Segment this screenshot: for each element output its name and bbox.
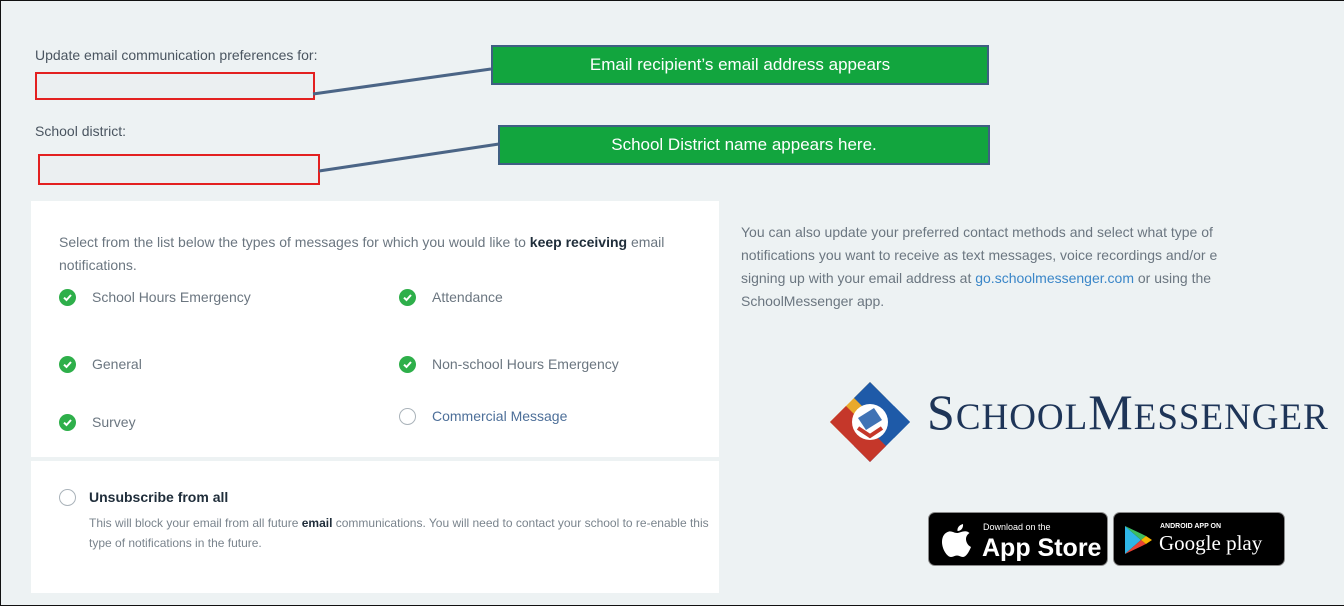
info-line: You can also update your preferred conta… [741, 224, 1213, 240]
option-label: Non-school Hours Emergency [432, 356, 619, 372]
intro-text: Select from the list below the types of … [59, 234, 530, 250]
option-general[interactable]: General [59, 352, 142, 376]
unsubscribe-title: Unsubscribe from all [89, 489, 229, 505]
check-circle-icon [59, 413, 76, 431]
district-callout-arrow [318, 142, 500, 173]
schoolmessenger-link[interactable]: go.schoolmessenger.com [975, 270, 1134, 286]
app-store-badge[interactable]: Download on the App Store [928, 512, 1108, 566]
unsubscribe-card: Unsubscribe from all This will block you… [31, 461, 719, 593]
intro-bold-text: keep receiving [529, 234, 628, 250]
option-label: Attendance [432, 289, 503, 305]
logo-letter: S [927, 384, 956, 440]
notifications-intro: Select from the list below the types of … [59, 231, 699, 277]
check-circle-icon [399, 355, 416, 373]
unsubscribe-desc-text: This will block your email from all futu… [89, 516, 302, 530]
info-line: SchoolMessenger app. [741, 293, 885, 309]
info-line: notifications you want to receive as tex… [741, 247, 1218, 263]
school-district-label: School district: [35, 123, 127, 139]
schoolmessenger-logo-icon [830, 382, 910, 462]
option-non-school-hours-emergency[interactable]: Non-school Hours Emergency [399, 352, 619, 376]
google-play-badge[interactable]: ANDROID APP ON Google play [1113, 512, 1285, 566]
option-label: Commercial Message [432, 408, 568, 424]
option-label: General [92, 356, 142, 372]
radio-unchecked-icon [399, 407, 416, 425]
unsubscribe-desc-bold: email [301, 516, 333, 530]
google-play-icon [1125, 526, 1152, 554]
school-district-field [38, 154, 320, 185]
app-store-label: App Store [982, 534, 1102, 562]
option-school-hours-emergency[interactable]: School Hours Emergency [59, 285, 251, 309]
option-label: School Hours Emergency [92, 289, 251, 305]
app-store-small-text: Download on the [983, 522, 1051, 532]
option-survey[interactable]: Survey [59, 410, 136, 434]
unsubscribe-description: This will block your email from all futu… [89, 513, 709, 553]
option-commercial-message[interactable]: Commercial Message [399, 404, 567, 428]
email-callout: Email recipient’s email address appears [491, 45, 989, 85]
email-preferences-label: Update email communication preferences f… [35, 47, 318, 63]
info-text: signing up with your email address at [741, 270, 976, 286]
check-circle-icon [59, 355, 76, 373]
notification-options-card: Select from the list below the types of … [31, 201, 719, 457]
logo-letters: ESSENGER [1133, 397, 1329, 438]
google-play-label: Google play [1159, 531, 1263, 555]
logo-letters: CHOOL [955, 397, 1089, 438]
google-play-small-text: ANDROID APP ON [1160, 523, 1222, 530]
schoolmessenger-wordmark: SCHOOLMESSENGER [927, 383, 1329, 441]
district-callout: School District name appears here. [498, 125, 990, 165]
email-callout-arrow [312, 67, 492, 96]
preferences-page: Update email communication preferences f… [0, 0, 1344, 606]
apple-icon [942, 524, 971, 557]
logo-letter: M [1088, 384, 1134, 440]
email-address-field [35, 72, 315, 100]
info-text: or using the [1134, 270, 1212, 286]
info-line: signing up with your email address at go… [741, 267, 1344, 290]
unsubscribe-radio[interactable] [59, 489, 76, 506]
check-circle-icon [59, 288, 76, 306]
option-attendance[interactable]: Attendance [399, 285, 503, 309]
check-circle-icon [399, 288, 416, 306]
option-label: Survey [92, 414, 136, 430]
contact-methods-info: You can also update your preferred conta… [741, 221, 1344, 313]
